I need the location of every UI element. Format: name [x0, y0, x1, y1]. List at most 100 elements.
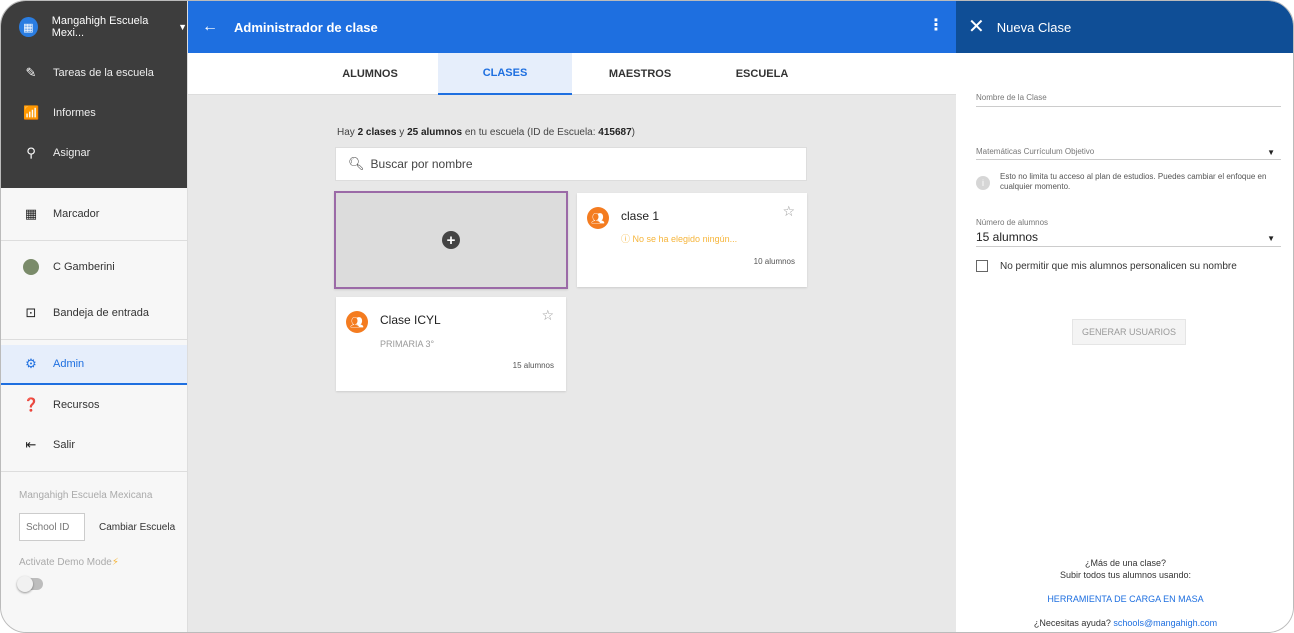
star-icon[interactable]: ☆	[782, 203, 795, 220]
close-icon[interactable]: ✕	[968, 17, 985, 37]
sidebar-menu: ▦ Marcador C Gamberini ⊡ Bandeja de entr…	[1, 188, 187, 592]
tab-maestros[interactable]: MAESTROS	[572, 53, 708, 95]
curriculum-select[interactable]: Matemáticas Currículum Objetivo	[976, 147, 1094, 156]
sidebar-item-label: Tareas de la escuela	[53, 67, 154, 79]
summary-prefix: Hay	[337, 127, 358, 138]
class-name: Clase ICYL	[380, 313, 441, 327]
generate-users-button[interactable]: GENERAR USUARIOS	[1072, 319, 1186, 345]
checkbox-label: No permitir que mis alumnos personalicen…	[1000, 260, 1237, 272]
divider	[1, 339, 187, 340]
main-content: ← Administrador de clase ⋮ ALUMNOS CLASE…	[188, 1, 956, 632]
bulk-upload-link[interactable]: HERRAMIENTA DE CARGA EN MASA	[956, 594, 1293, 604]
help-line: ¿Necesitas ayuda? schools@mangahigh.com	[956, 618, 1293, 628]
sidebar-top: ▦ Mangahigh Escuela Mexi... ▼ ✎ Tareas d…	[1, 1, 187, 188]
tab-escuela[interactable]: ESCUELA	[708, 53, 816, 95]
sidebar: ▦ Mangahigh Escuela Mexi... ▼ ✎ Tareas d…	[1, 1, 188, 632]
chevron-down-icon: ▼	[178, 22, 187, 32]
star-icon[interactable]: ☆	[541, 307, 554, 324]
add-icon: +	[442, 231, 460, 249]
inbox-icon: ⊡	[25, 305, 37, 320]
group-icon: 👥︎	[346, 311, 368, 333]
class-student-count: 15 alumnos	[512, 361, 554, 370]
page-title: Administrador de clase	[234, 19, 378, 35]
back-arrow-icon[interactable]: ←	[202, 18, 218, 36]
field-underline	[976, 246, 1281, 247]
summary-mid: y	[396, 127, 408, 138]
class-name: clase 1	[621, 209, 660, 223]
students-label: Número de alumnos	[976, 218, 1049, 227]
sidebar-item-reports[interactable]: 📶 Informes	[1, 93, 187, 133]
field-underline	[976, 159, 1281, 160]
search-icon: ⚲	[26, 145, 36, 160]
class-student-count: 10 alumnos	[753, 257, 795, 266]
more-options-icon[interactable]: ⋮	[928, 15, 944, 35]
add-class-card[interactable]: +	[334, 191, 568, 289]
school-name: Mangahigh Escuela Mexi...	[51, 15, 149, 39]
search-placeholder: Buscar por nombre	[370, 157, 473, 171]
toggle-knob	[17, 576, 33, 592]
tab-clases[interactable]: CLASES	[438, 53, 572, 95]
class-grade: PRIMARIA 3°	[380, 339, 435, 349]
panel-header: ✕ Nueva Clase	[956, 1, 1293, 53]
school-switcher[interactable]: ▦ Mangahigh Escuela Mexi... ▼	[1, 1, 187, 53]
sidebar-item-profile[interactable]: C Gamberini	[1, 241, 187, 293]
school-switch-row: School ID Cambiar Escuela	[1, 501, 187, 541]
sidebar-item-logout[interactable]: ⇤ Salir	[1, 425, 187, 465]
field-underline	[976, 106, 1281, 107]
sidebar-item-inbox[interactable]: ⊡ Bandeja de entrada	[1, 293, 187, 333]
summary-close: )	[631, 127, 635, 138]
class-count: 2 clases	[357, 127, 397, 138]
change-school-button[interactable]: Cambiar Escuela	[99, 522, 175, 533]
sidebar-item-label: Marcador	[53, 208, 100, 220]
chevron-down-icon[interactable]: ▼	[1267, 234, 1275, 243]
class-warning: ⓘ No se ha elegido ningún...	[621, 234, 738, 244]
warning-text: No se ha elegido ningún...	[632, 234, 738, 244]
app-frame: ▦ Mangahigh Escuela Mexi... ▼ ✎ Tareas d…	[0, 0, 1294, 633]
group-icon: 👥︎	[587, 207, 609, 229]
info-text: Esto no limita tu acceso al plan de estu…	[1000, 172, 1267, 191]
school-icon: ▦	[19, 17, 38, 37]
avatar	[23, 259, 39, 275]
top-bar: ← Administrador de clase ⋮	[188, 1, 956, 53]
no-rename-checkbox[interactable]	[976, 260, 988, 272]
sidebar-item-label: C Gamberini	[53, 261, 115, 273]
sidebar-item-assign[interactable]: ⚲ Asignar	[1, 133, 187, 173]
sidebar-item-school-tasks[interactable]: ✎ Tareas de la escuela	[1, 53, 187, 93]
sidebar-item-label: Salir	[53, 439, 76, 451]
chevron-down-icon[interactable]: ▼	[1267, 148, 1275, 157]
scoreboard-icon: ▦	[24, 206, 38, 221]
search-input[interactable]: 🔍︎ Buscar por nombre	[335, 147, 807, 181]
curriculum-info: i Esto no limita tu acceso al plan de es…	[976, 172, 1270, 191]
class-card[interactable]: 👥︎ clase 1 ☆ ⓘ No se ha elegido ningún..…	[577, 193, 807, 287]
sidebar-item-label: Admin	[53, 358, 85, 370]
bulk-hint: Subir todos tus alumnos usando:	[1059, 570, 1192, 580]
students-select[interactable]: 15 alumnos	[976, 230, 1038, 244]
sidebar-item-label: Informes	[53, 107, 96, 119]
help-icon: ❓	[23, 397, 40, 412]
logout-icon: ⇤	[25, 437, 37, 452]
student-count: 25 alumnos	[407, 127, 463, 138]
lightning-icon: ⚡	[111, 557, 119, 568]
new-class-panel: ✕ Nueva Clase Nombre de la Clase Matemát…	[956, 1, 1293, 632]
reports-icon: 📶	[23, 105, 40, 120]
summary-suffix: en tu escuela (ID de Escuela:	[462, 127, 599, 138]
sidebar-item-scoreboard[interactable]: ▦ Marcador	[1, 188, 187, 240]
info-icon: i	[976, 176, 990, 190]
help-text: ¿Necesitas ayuda?	[1033, 618, 1111, 628]
tab-bar: ALUMNOS CLASES MAESTROS ESCUELA	[188, 53, 956, 95]
search-icon: 🔍︎	[348, 156, 365, 171]
class-name-field[interactable]: Nombre de la Clase	[976, 93, 1047, 102]
demo-mode-label: Activate Demo Mode⚡	[1, 541, 187, 568]
sidebar-item-admin[interactable]: ⚙ Admin	[1, 345, 187, 385]
no-rename-option[interactable]: No permitir que mis alumnos personalicen…	[976, 260, 1237, 272]
edit-icon: ✎	[25, 65, 37, 80]
support-email-link[interactable]: schools@mangahigh.com	[1113, 618, 1217, 628]
school-id-input[interactable]: School ID	[19, 513, 85, 541]
sidebar-item-resources[interactable]: ❓ Recursos	[1, 385, 187, 425]
school-label: Mangahigh Escuela Mexicana	[19, 490, 153, 501]
demo-mode-toggle[interactable]	[17, 576, 43, 592]
class-card[interactable]: 👥︎ Clase ICYL ☆ PRIMARIA 3° 15 alumnos	[336, 297, 566, 391]
demo-mode-text: Activate Demo Mode	[19, 557, 112, 568]
bulk-question: ¿Más de una clase?	[1084, 558, 1167, 568]
tab-alumnos[interactable]: ALUMNOS	[302, 53, 438, 95]
